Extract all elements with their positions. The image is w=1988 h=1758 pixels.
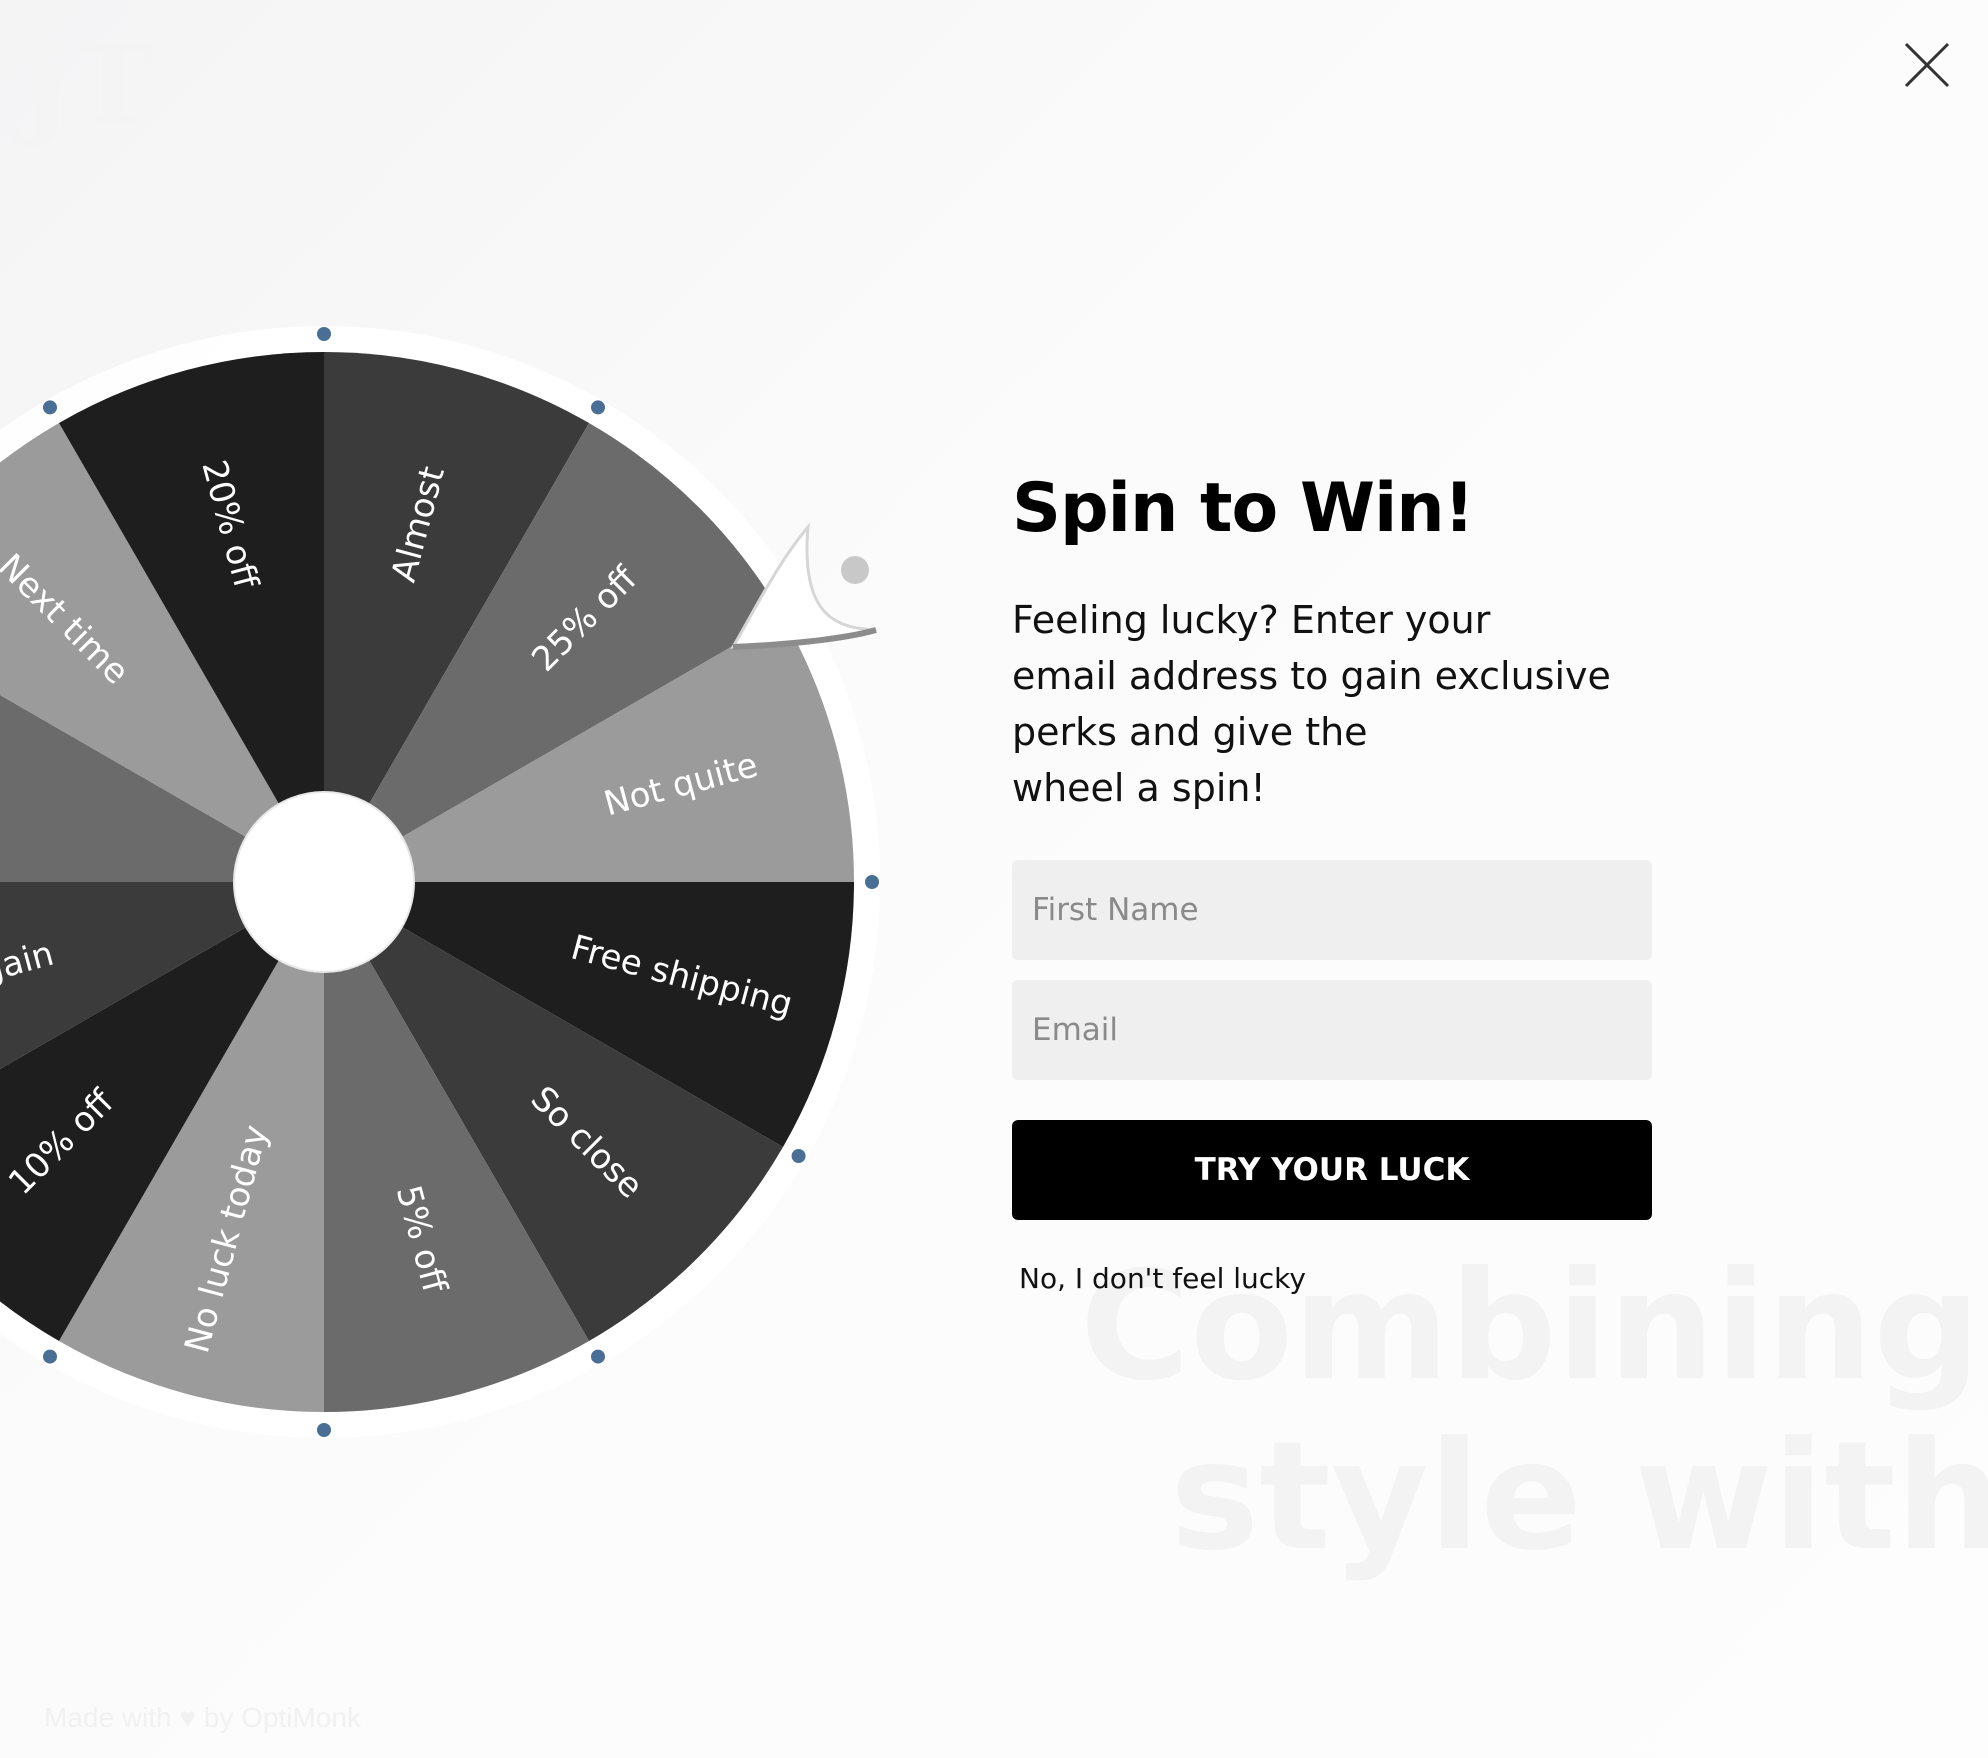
wheel-peg xyxy=(43,400,57,415)
wheel-peg xyxy=(865,875,879,889)
wheel-peg xyxy=(591,400,605,415)
headline: Spin to Win! xyxy=(1012,469,1475,548)
email-field[interactable] xyxy=(1012,979,1652,1080)
signup-form: Spin to Win! Feeling lucky? Enter your e… xyxy=(1012,468,1652,1295)
wheel-peg xyxy=(591,1349,605,1364)
pointer-pin xyxy=(841,556,869,584)
try-your-luck-button[interactable]: TRY YOUR LUCK xyxy=(1012,1119,1652,1220)
background-text-line-2: style with sh xyxy=(1170,1410,1988,1584)
decline-link[interactable]: No, I don't feel lucky xyxy=(1019,1262,1306,1295)
wheel-peg xyxy=(317,1423,331,1437)
branding-link[interactable]: Made with ♥ by OptiMonk xyxy=(44,1702,361,1734)
first-name-field[interactable] xyxy=(1012,859,1652,960)
wheel-peg xyxy=(791,1149,806,1163)
close-icon[interactable] xyxy=(1900,38,1954,92)
prize-wheel: Almost25% offNot quiteFree shippingSo cl… xyxy=(0,326,880,1438)
wheel-peg xyxy=(43,1349,57,1364)
spin-to-win-popup: JT Combining ele style with sh Almost25%… xyxy=(0,0,1988,1758)
wheel-peg xyxy=(317,327,331,341)
description-text: Feeling lucky? Enter your email address … xyxy=(1012,597,1611,810)
wheel-hub xyxy=(233,791,415,973)
